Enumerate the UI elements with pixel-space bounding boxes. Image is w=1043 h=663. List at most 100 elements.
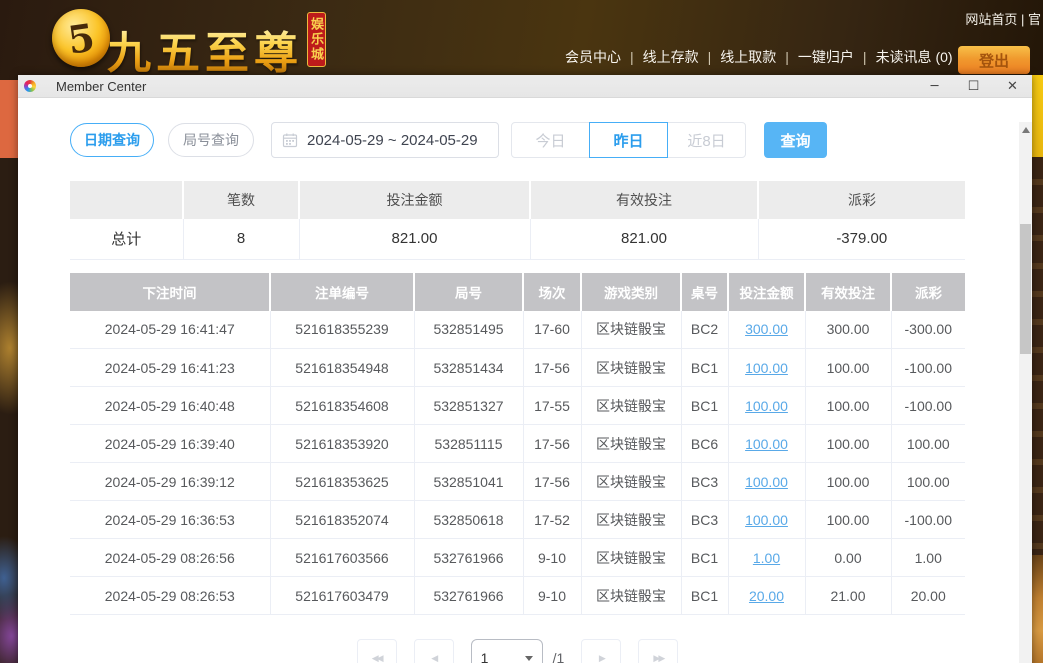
table-no-cell: BC1 [681,539,728,577]
window-content: 日期查询 局号查询 2024-05-29 ~ 2024-05-29 [18,122,965,663]
valid-bet-cell: 100.00 [805,425,891,463]
bet-time-cell: 2024-05-29 16:39:40 [70,425,270,463]
payout-cell: 1.00 [891,539,965,577]
round-no-cell: 532851495 [414,311,523,349]
bet-id-cell: 521617603566 [270,539,414,577]
page-select[interactable]: 1 [471,639,543,663]
game-type-cell: 区块链骰宝 [581,425,681,463]
nav-online-withdraw[interactable]: 线上取款 [720,49,776,65]
background-banner-strip [0,80,18,158]
yesterday-button[interactable]: 昨日 [589,122,668,158]
nav-one-key-transfer[interactable]: 一键归户 [798,49,854,65]
nav-online-deposit[interactable]: 线上存款 [643,49,699,65]
first-page-icon[interactable]: ◀◀ [357,639,397,663]
nav-separator: | [863,49,867,65]
bet-amount-link[interactable]: 100.00 [745,398,788,414]
bet-amount-link[interactable]: 1.00 [753,550,780,566]
search-button[interactable]: 查询 [764,122,827,158]
window-controls: ─ ☐ ✕ [915,75,1032,98]
table-no-cell: BC3 [681,463,728,501]
pagination: ◀◀ ◀ 1 /1 ▶ ▶▶ [70,639,965,663]
date-query-tab[interactable]: 日期查询 [70,123,154,157]
window-scrollbar[interactable] [1019,122,1032,663]
valid-bet-cell: 100.00 [805,349,891,387]
payout-cell: -100.00 [891,387,965,425]
home-page-link[interactable]: 网站首页 | 官 [965,9,1041,28]
bet-amount-link[interactable]: 100.00 [745,474,788,490]
today-button[interactable]: 今日 [511,122,590,158]
next-page-icon[interactable]: ▶ [581,639,621,663]
header-payout: 派彩 [891,273,965,311]
filter-toolbar: 日期查询 局号查询 2024-05-29 ~ 2024-05-29 [70,122,965,158]
scroll-up-icon[interactable] [1022,127,1030,133]
last-page-icon[interactable]: ▶▶ [638,639,678,663]
maximize-icon[interactable]: ☐ [954,75,993,98]
background-right-strip-yellow [1032,75,1043,157]
valid-bet-cell: 100.00 [805,501,891,539]
quick-date-group: 今日 昨日 近8日 [511,122,746,158]
prev-page-icon[interactable]: ◀ [414,639,454,663]
round-query-tab[interactable]: 局号查询 [168,123,254,157]
bet-table-row: 2024-05-29 16:41:23 521618354948 5328514… [70,349,965,387]
payout-cell: 100.00 [891,463,965,501]
valid-bet-cell: 21.00 [805,577,891,615]
date-range-input[interactable]: 2024-05-29 ~ 2024-05-29 [271,122,499,158]
round-no-cell: 532851115 [414,425,523,463]
bet-table-header-row: 下注时间 注单编号 局号 场次 游戏类别 桌号 投注金额 有效投注 派彩 [70,273,965,311]
payout-cell: -300.00 [891,311,965,349]
last-8-days-button[interactable]: 近8日 [667,122,746,158]
bet-table-row: 2024-05-29 16:41:47 521618355239 5328514… [70,311,965,349]
bet-table-row: 2024-05-29 08:26:53 521617603479 5327619… [70,577,965,615]
header-session: 场次 [523,273,581,311]
bet-table-row: 2024-05-29 16:39:12 521618353625 5328510… [70,463,965,501]
session-cell: 17-55 [523,387,581,425]
chevron-down-icon [525,656,533,661]
summary-bet-amount-value: 821.00 [299,219,530,259]
window-titlebar: Member Center ─ ☐ ✕ [18,75,1032,98]
game-type-cell: 区块链骰宝 [581,349,681,387]
summary-header-blank [70,181,183,219]
game-type-cell: 区块链骰宝 [581,311,681,349]
header-valid-bet: 有效投注 [805,273,891,311]
scrollbar-thumb[interactable] [1020,224,1031,354]
background-right-strip-gold [1032,555,1043,663]
round-no-cell: 532851434 [414,349,523,387]
bet-time-cell: 2024-05-29 08:26:56 [70,539,270,577]
page: 5 九五至尊 娱乐城 网站首页 | 官 会员中心|线上存款|线上取款|一键归户|… [0,0,1043,663]
site-logo-title: 九五至尊 [107,17,303,81]
summary-payout-value: -379.00 [758,219,965,259]
header-game-type: 游戏类别 [581,273,681,311]
window-body: 日期查询 局号查询 2024-05-29 ~ 2024-05-29 [18,122,1032,663]
game-type-cell: 区块链骰宝 [581,577,681,615]
logo-glyph: 5 [65,14,97,62]
table-no-cell: BC6 [681,425,728,463]
minimize-icon[interactable]: ─ [915,75,954,98]
bet-amount-link[interactable]: 100.00 [745,436,788,452]
close-icon[interactable]: ✕ [993,75,1032,98]
bet-amount-link[interactable]: 100.00 [745,360,788,376]
bet-amount-link[interactable]: 300.00 [745,321,788,337]
bet-id-cell: 521617603479 [270,577,414,615]
bet-table-row: 2024-05-29 16:39:40 521618353920 5328511… [70,425,965,463]
nav-unread-messages[interactable]: 未读讯息 (0) [876,49,953,65]
nav-separator: | [785,49,789,65]
nav-member-center[interactable]: 会员中心 [565,49,621,65]
session-cell: 17-56 [523,425,581,463]
nav-separator: | [708,49,712,65]
table-no-cell: BC1 [681,387,728,425]
window-app-icon [24,80,36,92]
bet-amount-link[interactable]: 100.00 [745,512,788,528]
site-logo-badge: 娱乐城 [307,12,326,67]
bet-amount-cell: 100.00 [728,387,805,425]
round-no-cell: 532761966 [414,539,523,577]
session-cell: 17-52 [523,501,581,539]
session-cell: 17-56 [523,463,581,501]
valid-bet-cell: 0.00 [805,539,891,577]
summary-header-count: 笔数 [183,181,299,219]
bet-time-cell: 2024-05-29 16:41:23 [70,349,270,387]
bet-id-cell: 521618354948 [270,349,414,387]
payout-cell: 100.00 [891,425,965,463]
logout-button[interactable]: 登出 [958,46,1030,74]
bet-amount-link[interactable]: 20.00 [749,588,784,604]
header-bet-amount: 投注金额 [728,273,805,311]
